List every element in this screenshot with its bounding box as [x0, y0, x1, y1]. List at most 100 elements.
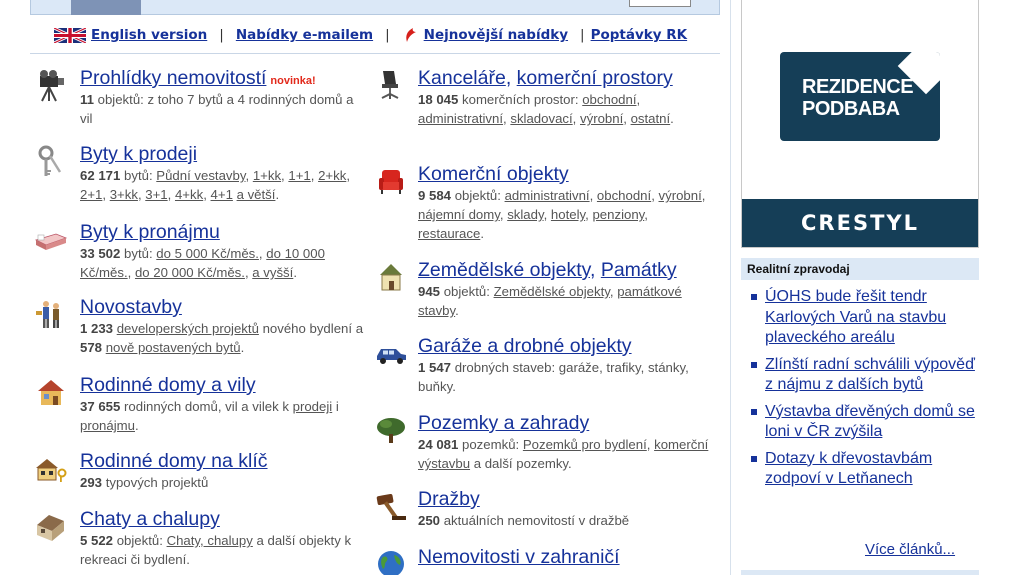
abroad-title-link[interactable]: Nemovitosti v zahraničí: [418, 546, 620, 568]
sidebar-bottom-bar: [741, 570, 979, 575]
link-2-1[interactable]: 2+1: [80, 187, 102, 202]
desc-text: bytů:: [124, 168, 153, 183]
link-larger[interactable]: a větší: [237, 187, 276, 202]
link-4-1[interactable]: 4+1: [211, 187, 233, 202]
tours-title-link[interactable]: Prohlídky nemovitostí: [80, 67, 266, 89]
link-houses-rent[interactable]: pronájmu: [80, 418, 135, 433]
link-1kk[interactable]: 1+kk: [253, 168, 281, 183]
count: 62 171: [80, 168, 121, 183]
right-sidebar: REZIDENCE PODBABA CRESTYL Realitní zprav…: [730, 0, 1024, 575]
bullet-icon: [751, 408, 757, 415]
banner-button[interactable]: [629, 0, 691, 7]
link-developer-projects[interactable]: developerských projektů: [117, 321, 259, 336]
commercial-objects-description: 9 584 objektů: administrativní, obchodní…: [418, 188, 706, 241]
commercial-objects-title-link[interactable]: Komerční objekty: [418, 163, 569, 185]
news-link[interactable]: Výstavba dřevěných domů se loni v ČR zvý…: [765, 403, 975, 441]
houses-title-link[interactable]: Rodinné domy a vily: [80, 374, 256, 396]
separator: |: [580, 27, 585, 43]
link-shops[interactable]: obchodní: [597, 188, 651, 203]
link-new-flats[interactable]: nově postavených bytů: [106, 340, 241, 355]
divider: [30, 53, 720, 54]
link-3-1[interactable]: 3+1: [145, 187, 167, 202]
english-version-link[interactable]: English version: [91, 27, 207, 43]
link-rent-higher[interactable]: a vyšší: [252, 265, 293, 280]
demands-link[interactable]: Poptávky RK: [591, 27, 688, 43]
link-rental-houses[interactable]: nájemní domy: [418, 207, 500, 222]
link-administrative[interactable]: administrativní: [418, 111, 503, 126]
link-hotels[interactable]: hotely: [551, 207, 585, 222]
news-item: Dotazy k dřevostavbám zodpoví v Letňanec…: [749, 449, 975, 490]
more-articles-link[interactable]: Více článků...: [865, 541, 955, 558]
land-description: 24 081 pozemků: Pozemků pro bydlení, kom…: [418, 437, 709, 471]
link-other[interactable]: ostatní: [631, 111, 671, 126]
agricultural-description: 945 objektů: Zemědělské objekty, památko…: [418, 284, 682, 318]
link-warehouses[interactable]: sklady: [507, 207, 543, 222]
top-links: English version | Nabídky e-mailem | Nej…: [54, 26, 687, 44]
link-guesthouses[interactable]: penziony: [592, 207, 644, 222]
land-title-link[interactable]: Pozemky a zahrady: [418, 412, 589, 434]
link-agricultural[interactable]: Zemědělské objekty: [494, 284, 610, 299]
link-production[interactable]: výrobní: [580, 111, 623, 126]
new-buildings-title-link[interactable]: Novostavby: [80, 296, 182, 318]
link-cottages[interactable]: Chaty, chalupy: [167, 533, 253, 548]
link-rent-20000[interactable]: do 20 000 Kč/měs.: [135, 265, 245, 280]
flats-rent-description: 33 502 bytů: do 5 000 Kč/měs., do 10 000…: [80, 246, 325, 280]
count: 1 233: [80, 321, 114, 336]
count: 9 584: [418, 188, 452, 203]
link-1-1[interactable]: 1+1: [288, 168, 310, 183]
advertisement-banner[interactable]: REZIDENCE PODBABA CRESTYL: [741, 0, 979, 248]
news-link[interactable]: Zlínští radní schválili výpověď z nájmu …: [765, 356, 975, 394]
newest-offers-link[interactable]: Nejnovější nabídky: [424, 27, 568, 43]
cottages-title-link[interactable]: Chaty a chalupy: [80, 508, 220, 530]
offices-title-link[interactable]: Kanceláře: [418, 67, 506, 89]
link-houses-sale[interactable]: prodeji: [293, 399, 333, 414]
separator: |: [385, 27, 390, 43]
link-rent-5000[interactable]: do 5 000 Kč/měs.: [156, 246, 259, 261]
offices-description: 18 045 komerčních prostor: obchodní, adm…: [418, 92, 674, 126]
email-offers-link[interactable]: Nabídky e-mailem: [236, 27, 373, 43]
farmhouse-icon: [380, 264, 402, 291]
turnkey-houses-title-link[interactable]: Rodinné domy na klíč: [80, 450, 268, 472]
link-administrative[interactable]: administrativní: [505, 188, 590, 203]
link-storage[interactable]: skladovací: [510, 111, 572, 126]
red-swoosh-icon: [405, 28, 416, 42]
brand-band: CRESTYL: [742, 199, 978, 247]
top-banner: [30, 0, 720, 15]
link-attic[interactable]: Půdní vestavby: [156, 168, 245, 183]
news-link[interactable]: Dotazy k dřevostavbám zodpoví v Letňanec…: [765, 450, 932, 488]
news-link[interactable]: ÚOHS bude řešit tendr Karlových Varů na …: [765, 288, 946, 346]
link-2kk[interactable]: 2+kk: [318, 168, 346, 183]
new-badge: novinka!: [270, 75, 316, 87]
link-3kk[interactable]: 3+kk: [110, 187, 138, 202]
globe-icon: [378, 551, 404, 575]
category-agricultural: Zemědělské objekty, Památky 945 objektů:…: [370, 258, 710, 334]
flats-rent-title-link[interactable]: Byty k pronájmu: [80, 221, 220, 243]
houses-description: 37 655 rodinných domů, vil a vilek k pro…: [80, 397, 368, 435]
desc-text: objektů:: [116, 533, 163, 548]
link-4kk[interactable]: 4+kk: [175, 187, 203, 202]
garages-title-link[interactable]: Garáže a drobné objekty: [418, 335, 632, 357]
punct: .: [480, 226, 484, 241]
link-shops[interactable]: obchodní: [582, 92, 636, 107]
tours-description: 11 objektů: z toho 7 bytů a 4 rodinných …: [80, 90, 368, 128]
link-residential-land[interactable]: Pozemků pro bydlení: [523, 437, 647, 452]
category-auctions: Dražby 250 aktuálních nemovitostí v draž…: [370, 487, 710, 545]
category-turnkey-houses: Rodinné domy na klíč 293 typových projek…: [30, 449, 368, 507]
monuments-title-link[interactable]: Památky: [601, 259, 677, 281]
desc-text: objektů: z toho 7 bytů a 4 rodinných dom…: [80, 92, 354, 126]
bullet-icon: [751, 455, 757, 462]
desc-text: a další pozemky.: [473, 456, 572, 471]
category-garages: Garáže a drobné objekty 1 547 drobných s…: [370, 334, 710, 411]
auctions-title-link[interactable]: Dražby: [418, 488, 480, 510]
link-restaurants[interactable]: restaurace: [418, 226, 480, 241]
keys-icon: [38, 145, 62, 176]
office-chair-icon: [381, 71, 399, 99]
gavel-icon: [376, 493, 406, 520]
agricultural-title-link[interactable]: Zemědělské objekty: [418, 259, 590, 281]
right-category-column: Kanceláře, komerční prostory 18 045 kome…: [370, 66, 710, 575]
flats-sale-title-link[interactable]: Byty k prodeji: [80, 143, 197, 165]
commercial-spaces-title-link[interactable]: komerční prostory: [517, 67, 673, 89]
link-production[interactable]: výrobní: [659, 188, 702, 203]
left-category-column: Prohlídky nemovitostí novinka! 11 objektů…: [30, 66, 368, 575]
tree-icon: [377, 418, 405, 443]
